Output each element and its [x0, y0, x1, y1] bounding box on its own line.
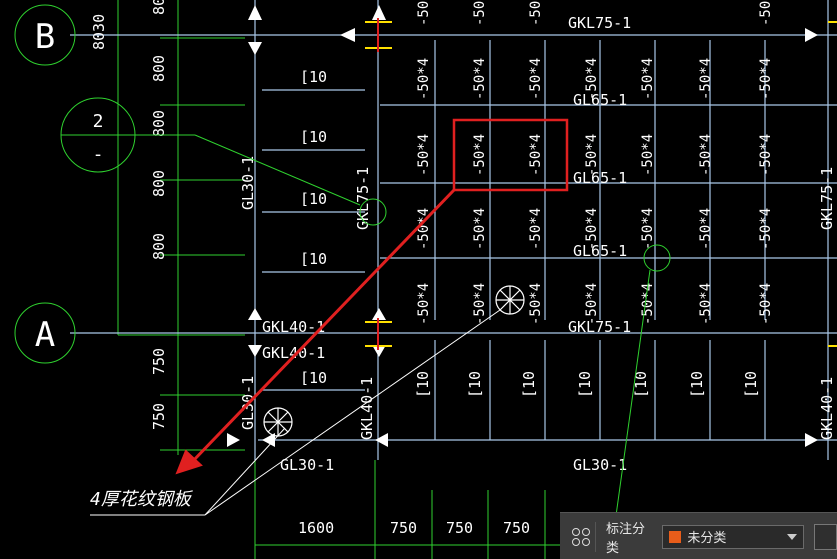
- axis-b-bubble: B: [14, 4, 76, 66]
- dim-text: 750: [503, 519, 530, 537]
- angle-label: -50*4: [640, 208, 656, 250]
- dim-text: 750: [446, 519, 473, 537]
- dim-text: 750: [150, 403, 168, 430]
- dim-text: 800: [150, 55, 168, 82]
- column-label: GL30-1: [239, 156, 257, 210]
- grid-icon[interactable]: [566, 521, 597, 552]
- angle-label: -50*4: [758, 283, 774, 325]
- channel-label: [10: [300, 68, 327, 86]
- angle-labels: -50*4 -50*4 -50*4 -50*4 -50*4 -50*4 -50*…: [416, 0, 774, 325]
- channel-label: [10: [576, 371, 594, 398]
- dim-text: 800: [150, 110, 168, 137]
- dim-text: 8030: [90, 14, 108, 50]
- beam-label: GL65-1: [573, 242, 627, 260]
- channel-label: [10: [300, 369, 327, 387]
- angle-label: -50*4: [698, 283, 714, 325]
- angle-label: -50*4: [472, 283, 488, 325]
- angle-label: -50*4: [416, 0, 432, 26]
- channel-label: [10: [414, 371, 432, 398]
- dim-text: 750: [150, 348, 168, 375]
- category-select-value: 未分类: [687, 531, 727, 546]
- category-color-swatch: [669, 530, 682, 543]
- angle-label: -50*4: [758, 58, 774, 100]
- angle-label: -50*4: [640, 283, 656, 325]
- channel-label: [10: [300, 250, 327, 268]
- chevron-down-icon: [786, 533, 797, 540]
- cad-viewport[interactable]: B A 2 - 8030 800 800 800 800 800 750 750…: [0, 0, 837, 559]
- grid-lines: [70, 0, 837, 460]
- edit-icon[interactable]: [813, 523, 837, 550]
- angle-label: -50*4: [640, 134, 656, 176]
- category-select[interactable]: 未分类: [662, 524, 804, 549]
- beam-label: GL30-1: [573, 456, 627, 474]
- leader-note: 4厚花纹钢板: [90, 489, 194, 510]
- beam-label: GL65-1: [573, 169, 627, 187]
- dim-text: 800: [150, 0, 168, 15]
- channel-label: [10: [300, 190, 327, 208]
- section-sheet: -: [93, 144, 104, 165]
- column-label: GKL75-1: [818, 167, 836, 230]
- angle-label: -50*4: [528, 0, 544, 26]
- angle-label: -50*4: [472, 134, 488, 176]
- dim-text: 1600: [298, 519, 334, 537]
- channel-label: [10: [632, 371, 650, 398]
- axis-b-label: B: [35, 17, 55, 57]
- angle-label: -50*4: [416, 283, 432, 325]
- beam-label: GKL75-1: [568, 318, 631, 336]
- beam-label: GKL75-1: [568, 14, 631, 32]
- selection-highlight-box[interactable]: [452, 118, 569, 192]
- channel-label: [10: [300, 128, 327, 146]
- dim-text: 800: [150, 170, 168, 197]
- dim-text: 750: [390, 519, 417, 537]
- angle-label: -50*4: [698, 134, 714, 176]
- angle-label: -50*4: [640, 58, 656, 100]
- beam-label: GKL40-1: [262, 344, 325, 362]
- angle-label: -50*4: [758, 208, 774, 250]
- angle-label: -50*4: [472, 0, 488, 26]
- green-callouts: [135, 134, 671, 559]
- angle-label: -50*4: [528, 283, 544, 325]
- angle-label: -50*4: [416, 58, 432, 100]
- dim-text: 800: [150, 233, 168, 260]
- angle-label: -50*4: [698, 208, 714, 250]
- channel-label: [10: [742, 371, 760, 398]
- angle-label: -50*4: [698, 58, 714, 100]
- category-label: 标注分类: [606, 521, 646, 556]
- cad-drawing[interactable]: B A 2 - 8030 800 800 800 800 800 750 750…: [0, 0, 837, 559]
- section-number: 2: [93, 111, 104, 132]
- angle-label: -50*4: [528, 58, 544, 100]
- angle-label: -50*4: [472, 208, 488, 250]
- angle-label: -50*4: [758, 0, 774, 26]
- annotation-toolbar: 标注分类 未分类: [560, 512, 837, 559]
- beam-label: GL65-1: [573, 91, 627, 109]
- column-label: GKL40-1: [358, 377, 376, 440]
- column-label: GKL40-1: [818, 377, 836, 440]
- channel-label: [10: [688, 371, 706, 398]
- axis-a-bubble: A: [14, 302, 76, 364]
- angle-label: -50*4: [528, 208, 544, 250]
- axis-a-label: A: [35, 315, 55, 355]
- angle-label: -50*4: [758, 134, 774, 176]
- angle-label: -50*4: [472, 58, 488, 100]
- section-bubble: 2 -: [60, 97, 136, 173]
- channel-label: [10: [466, 371, 484, 398]
- angle-label: -50*4: [528, 134, 544, 176]
- left-dimensions: 8030 800 800 800 800 800 750 750: [90, 0, 168, 430]
- channel-label: [10: [520, 371, 538, 398]
- bottom-dimensions: 1600 750 750 750: [298, 519, 530, 537]
- beam-label: GL30-1: [280, 456, 334, 474]
- angle-label: -50*4: [416, 134, 432, 176]
